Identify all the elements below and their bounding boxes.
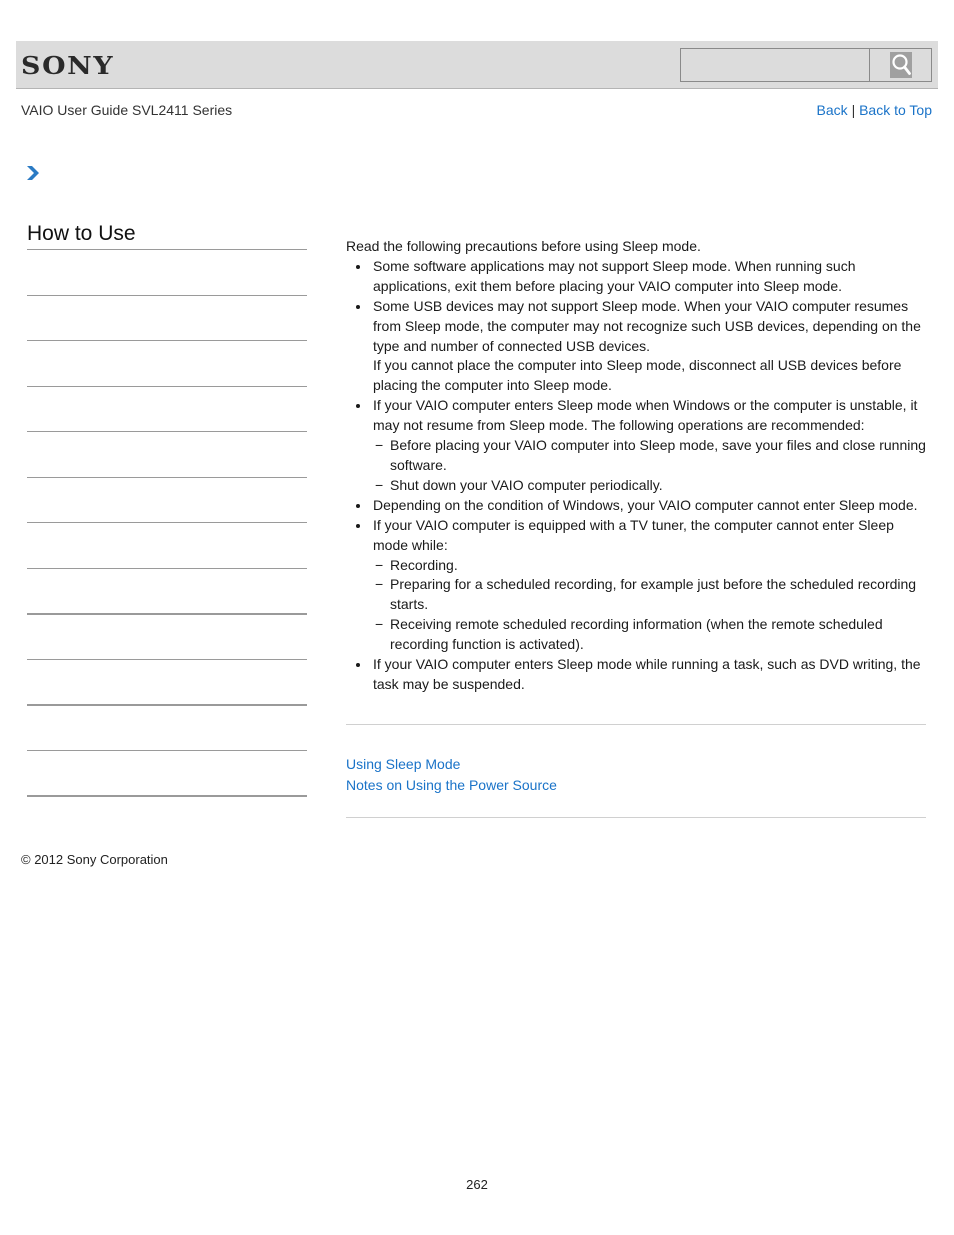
chevron-right-icon	[27, 166, 39, 180]
list-item: If your VAIO computer enters Sleep mode …	[346, 396, 931, 496]
sidebar-title: How to Use	[27, 222, 136, 245]
sidebar-divider	[27, 249, 307, 250]
site-header: SONY	[16, 41, 938, 89]
page-number: 262	[466, 1177, 488, 1192]
list-item: If your VAIO computer is equipped with a…	[346, 516, 931, 655]
related-link-using-sleep-mode[interactable]: Using Sleep Mode	[346, 754, 557, 775]
sub-list: Before placing your VAIO computer into S…	[373, 436, 931, 496]
breadcrumb[interactable]	[26, 165, 40, 181]
search-box	[680, 48, 932, 82]
top-nav-links: Back | Back to Top	[817, 102, 932, 118]
sidebar-item[interactable]	[27, 750, 307, 751]
sub-list-item: Preparing for a scheduled recording, for…	[373, 575, 931, 615]
sidebar-item[interactable]	[27, 659, 307, 660]
divider	[346, 817, 926, 818]
sidebar-item[interactable]	[27, 704, 307, 706]
list-item: Some USB devices may not support Sleep m…	[346, 297, 931, 397]
intro-text: Read the following precautions before us…	[346, 238, 701, 254]
list-item: Depending on the condition of Windows, y…	[346, 496, 931, 516]
precautions-list: Some software applications may not suppo…	[346, 257, 931, 695]
search-input[interactable]	[681, 49, 870, 81]
sub-list-item: Before placing your VAIO computer into S…	[373, 436, 931, 476]
list-item: Some software applications may not suppo…	[346, 257, 931, 297]
sub-list-item: Shut down your VAIO computer periodicall…	[373, 476, 931, 496]
related-link-power-source-notes[interactable]: Notes on Using the Power Source	[346, 775, 557, 796]
sub-list-item: Recording.	[373, 556, 931, 576]
sub-list-item: Receiving remote scheduled recording inf…	[373, 615, 931, 655]
guide-title: VAIO User Guide SVL2411 Series	[21, 102, 233, 118]
sidebar-item[interactable]	[27, 295, 307, 296]
back-link[interactable]: Back	[817, 102, 848, 118]
sidebar-item[interactable]	[27, 431, 307, 432]
divider	[346, 724, 926, 725]
sidebar-item[interactable]	[27, 340, 307, 341]
sub-list: Recording. Preparing for a scheduled rec…	[373, 556, 931, 656]
sony-logo[interactable]: SONY	[21, 51, 114, 80]
copyright: © 2012 Sony Corporation	[21, 852, 168, 867]
search-button[interactable]	[870, 49, 931, 81]
sidebar-item[interactable]	[27, 613, 307, 615]
list-item: If your VAIO computer enters Sleep mode …	[346, 655, 931, 695]
back-to-top-link[interactable]: Back to Top	[859, 102, 932, 118]
sidebar-item[interactable]	[27, 795, 307, 797]
sidebar-item[interactable]	[27, 568, 307, 569]
search-icon	[889, 52, 912, 78]
main-content: Read the following precautions before us…	[346, 237, 931, 695]
link-separator: |	[851, 102, 856, 118]
sidebar-item[interactable]	[27, 477, 307, 478]
sidebar-item[interactable]	[27, 522, 307, 523]
sidebar-item[interactable]	[27, 386, 307, 387]
related-topics: Using Sleep Mode Notes on Using the Powe…	[346, 754, 557, 796]
